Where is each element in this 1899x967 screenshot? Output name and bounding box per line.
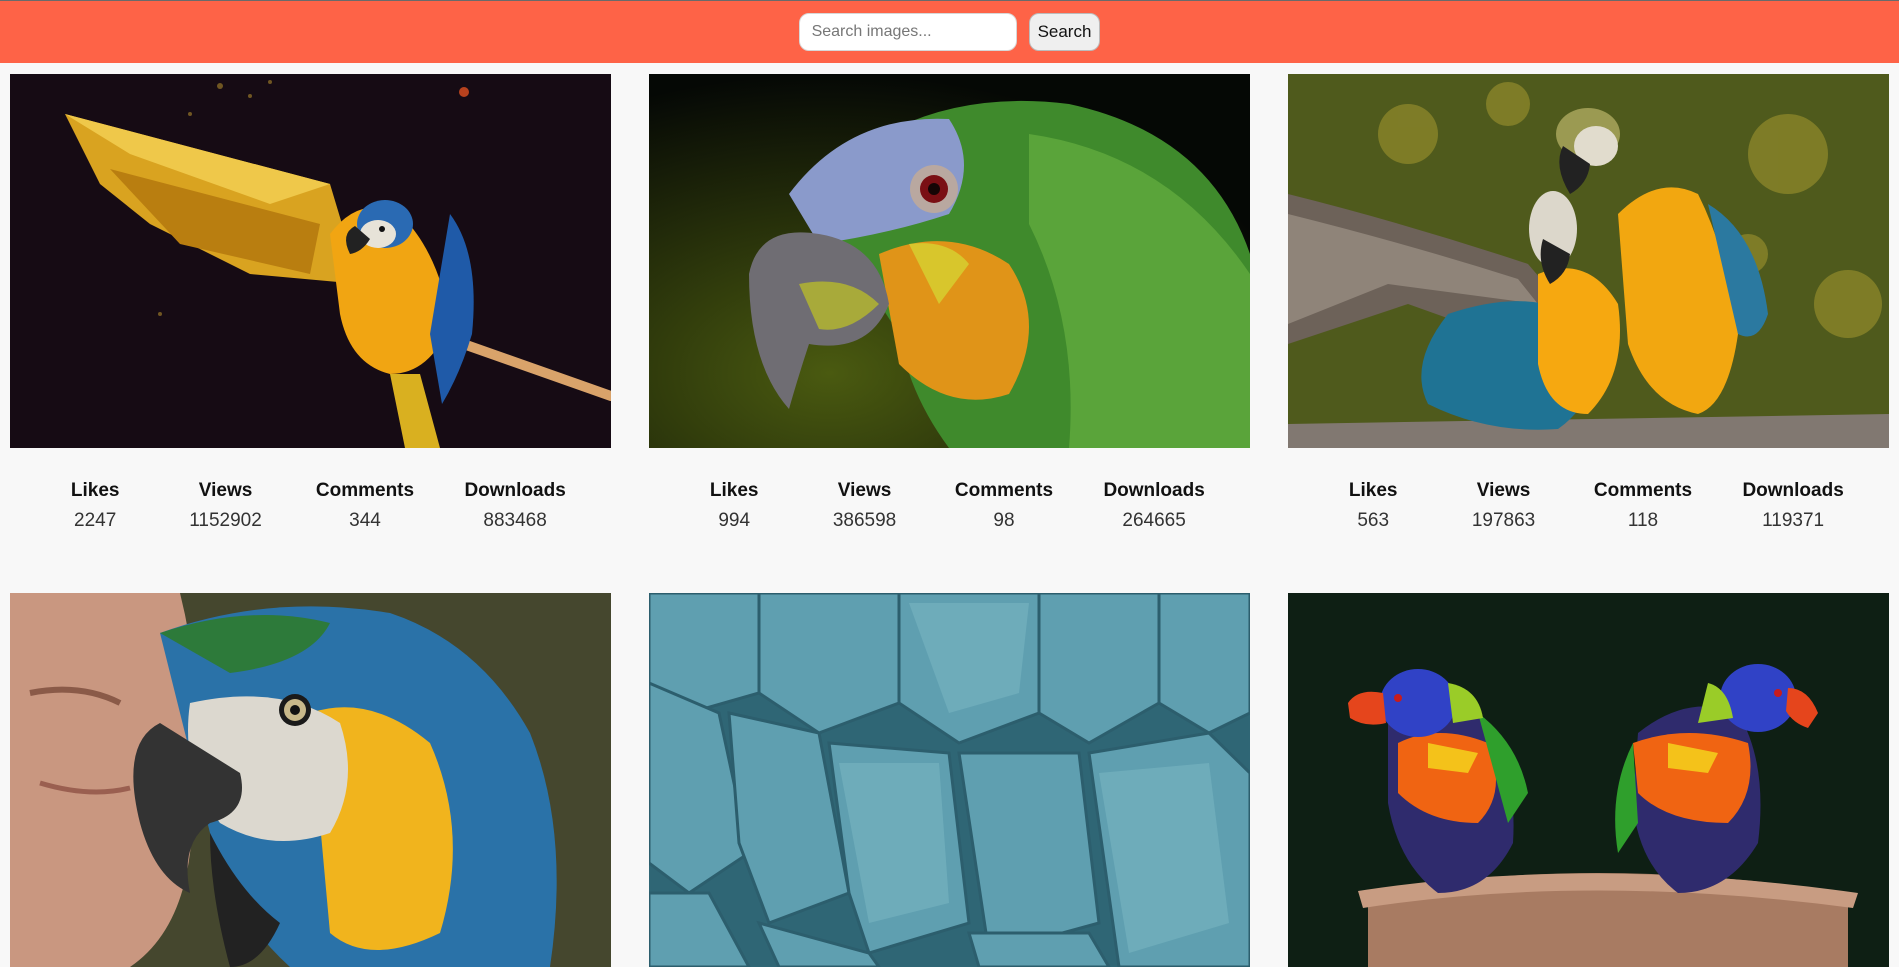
stat-value: 119371 bbox=[1762, 510, 1825, 531]
likes-stat: Likes 994 bbox=[694, 480, 774, 532]
macaw-wings-spread-photo[interactable] bbox=[10, 74, 611, 448]
stat-value: 2247 bbox=[74, 510, 117, 531]
downloads-stat: Downloads 264665 bbox=[1103, 480, 1204, 532]
blue-feathers-photo[interactable] bbox=[649, 593, 1250, 967]
search-input[interactable] bbox=[798, 13, 1017, 51]
likes-stat: Likes 563 bbox=[1333, 480, 1413, 532]
stat-value: 197863 bbox=[1471, 510, 1536, 531]
stat-value: 883468 bbox=[483, 510, 547, 531]
photo-illustration bbox=[1288, 74, 1889, 448]
image-stats: Likes 2247 Views 1152902 Comments 344 Do… bbox=[10, 448, 611, 532]
stat-label: Likes bbox=[1348, 480, 1398, 501]
views-stat: Views 386598 bbox=[825, 480, 905, 532]
stat-label: Views bbox=[1476, 480, 1531, 501]
likes-stat: Likes 2247 bbox=[55, 480, 135, 532]
search-button[interactable]: Search bbox=[1028, 13, 1101, 51]
stat-value: 1152902 bbox=[189, 510, 262, 531]
rainbow-lorikeets-photo[interactable] bbox=[1288, 593, 1889, 967]
stat-label: Downloads bbox=[1742, 480, 1844, 501]
image-card: Likes 563 Views 197863 Comments 118 Down… bbox=[1288, 74, 1889, 532]
stat-value: 118 bbox=[1627, 510, 1659, 531]
downloads-stat: Downloads 883468 bbox=[464, 480, 565, 532]
stat-label: Downloads bbox=[464, 480, 566, 501]
photo-illustration bbox=[10, 74, 611, 448]
image-card bbox=[1288, 593, 1889, 967]
photo-illustration bbox=[649, 74, 1250, 448]
stat-value: 563 bbox=[1357, 510, 1390, 531]
views-stat: Views 1152902 bbox=[186, 480, 266, 532]
photo-illustration bbox=[649, 593, 1250, 967]
comments-stat: Comments 98 bbox=[955, 480, 1053, 532]
stat-value: 344 bbox=[349, 510, 381, 531]
stat-value: 98 bbox=[993, 510, 1015, 531]
photo-illustration bbox=[1288, 593, 1889, 967]
image-stats: Likes 994 Views 386598 Comments 98 Downl… bbox=[649, 448, 1250, 532]
stat-value: 386598 bbox=[832, 510, 897, 531]
two-macaws-photo[interactable] bbox=[1288, 74, 1889, 448]
stat-value: 264665 bbox=[1122, 510, 1186, 531]
image-card bbox=[649, 593, 1250, 967]
stat-label: Downloads bbox=[1103, 480, 1205, 501]
stat-label: Likes bbox=[70, 480, 120, 501]
stat-label: Comments bbox=[315, 480, 415, 501]
comments-stat: Comments 118 bbox=[1594, 480, 1692, 532]
macaw-closeup-photo[interactable] bbox=[10, 593, 611, 967]
stat-label: Comments bbox=[1593, 480, 1693, 501]
stat-label: Comments bbox=[954, 480, 1054, 501]
downloads-stat: Downloads 119371 bbox=[1742, 480, 1843, 532]
stat-label: Views bbox=[837, 480, 892, 501]
stat-value: 994 bbox=[718, 510, 751, 531]
comments-stat: Comments 344 bbox=[316, 480, 414, 532]
image-stats: Likes 563 Views 197863 Comments 118 Down… bbox=[1288, 448, 1889, 532]
search-bar: Search bbox=[0, 0, 1899, 63]
views-stat: Views 197863 bbox=[1464, 480, 1544, 532]
image-card: Likes 2247 Views 1152902 Comments 344 Do… bbox=[10, 74, 611, 532]
image-card bbox=[10, 593, 611, 967]
image-card: Likes 994 Views 386598 Comments 98 Downl… bbox=[649, 74, 1250, 532]
green-amazon-parrot-photo[interactable] bbox=[649, 74, 1250, 448]
stat-label: Likes bbox=[709, 480, 759, 501]
stat-label: Views bbox=[198, 480, 253, 501]
photo-illustration bbox=[10, 593, 611, 967]
